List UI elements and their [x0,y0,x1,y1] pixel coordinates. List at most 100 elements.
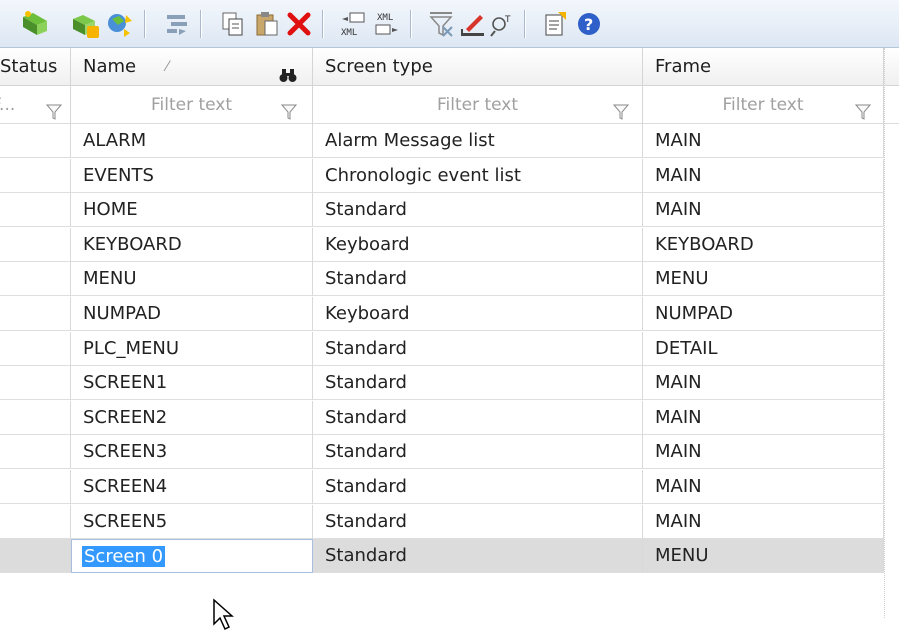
filter-funnel-icon[interactable] [45,96,63,120]
cell-status[interactable] [0,124,71,158]
cell-frame[interactable]: MAIN [643,470,884,504]
cell-frame[interactable]: MAIN [643,193,884,228]
cell-frame[interactable]: MAIN [643,124,884,158]
cell-name[interactable]: MENU [71,262,313,297]
cell-status[interactable] [0,297,71,331]
filter-name[interactable]: Filter text [71,86,313,124]
cell-status[interactable] [0,262,71,297]
import-xml-icon[interactable]: XML [372,9,402,39]
table-row[interactable]: EVENTS Chronologic event list MAIN [0,158,899,193]
cell-screen-type[interactable]: Keyboard [313,227,643,262]
table-row[interactable]: MENU Standard MENU [0,262,899,297]
cell-name[interactable]: SCREEN1 [71,366,313,401]
table-row[interactable]: SCREEN5 Standard MAIN [0,504,899,539]
cell-frame[interactable]: MAIN [643,366,884,401]
table-row[interactable]: KEYBOARD Keyboard KEYBOARD [0,227,899,262]
column-header-screen-type[interactable]: Screen type [313,48,643,86]
cell-name[interactable]: PLC_MENU [71,331,313,366]
cell-frame[interactable]: NUMPAD [643,297,884,331]
cell-status[interactable] [0,158,71,193]
cell-frame[interactable]: MENU [643,262,884,297]
cell-screen-type[interactable]: Standard [313,400,643,435]
cell-name[interactable]: HOME [71,193,313,228]
cell-frame[interactable]: MAIN [643,435,884,470]
delete-icon[interactable] [284,9,314,39]
cell-status[interactable] [0,504,71,539]
cell-name[interactable]: SCREEN3 [71,435,313,470]
filter-row: F... Filter text Filter text Filter text [0,86,899,124]
cell-screen-type[interactable]: Keyboard [313,297,643,331]
table-row[interactable]: SCREEN1 Standard MAIN [0,366,899,401]
cell-frame[interactable]: MENU [643,539,884,574]
filter-funnel-icon[interactable] [612,96,630,120]
cell-screen-type[interactable]: Standard [313,262,643,297]
cell-screen-type[interactable]: Standard [313,504,643,539]
filter-funnel-icon[interactable] [854,96,872,120]
cell-screen-type[interactable]: Alarm Message list [313,124,643,158]
cell-name[interactable]: SCREEN4 [71,470,313,504]
find-icon[interactable]: T [488,9,518,39]
properties-icon[interactable] [540,9,570,39]
column-header-status-label: Status [0,56,58,77]
toolbar: XML XML T ? [0,0,899,48]
table-row[interactable]: PLC_MENU Standard DETAIL [0,331,899,366]
filter-funnel-icon[interactable] [280,96,298,120]
cell-status[interactable] [0,435,71,470]
clear-filter-icon[interactable] [426,9,456,39]
copy-icon[interactable] [218,9,248,39]
cell-status[interactable] [0,331,71,366]
filter-screen-type[interactable]: Filter text [313,86,643,124]
new-screen-icon[interactable] [20,9,50,39]
cell-name[interactable]: SCREEN2 [71,400,313,435]
cell-name[interactable]: NUMPAD [71,297,313,331]
column-header-screen-type-label: Screen type [325,56,433,77]
cell-status[interactable] [0,400,71,435]
svg-text:T: T [504,15,511,25]
cell-screen-type[interactable]: Standard [313,366,643,401]
cell-name[interactable]: KEYBOARD [71,227,313,262]
cell-name[interactable]: EVENTS [71,158,313,193]
table-row[interactable]: SCREEN4 Standard MAIN [0,470,899,504]
paste-icon[interactable] [252,9,282,39]
cell-frame[interactable]: KEYBOARD [643,227,884,262]
refresh-icon[interactable] [104,9,134,39]
column-header-frame[interactable]: Frame [643,48,884,86]
add-screen-icon[interactable] [70,9,100,39]
cell-frame[interactable]: MAIN [643,400,884,435]
cell-status[interactable] [0,227,71,262]
filter-status[interactable]: F... [0,86,71,124]
cell-name[interactable]: ALARM [71,124,313,158]
binoculars-icon[interactable] [279,59,297,82]
table-row[interactable]: SCREEN2 Standard MAIN [0,400,899,435]
column-header-status[interactable]: Status [0,48,71,86]
column-header-name[interactable]: Name ⁄ [71,48,313,86]
cell-status[interactable] [0,470,71,504]
table-row[interactable]: HOME Standard MAIN [0,193,899,228]
cell-screen-type[interactable]: Standard [313,470,643,504]
export-xml-icon[interactable]: XML [338,9,368,39]
cell-screen-type-text: Keyboard [325,233,410,255]
cell-screen-type[interactable]: Standard [313,331,643,366]
help-icon[interactable]: ? [574,9,604,39]
table-row[interactable]: Screen 0 Standard MENU [0,539,899,574]
reference-icon[interactable] [162,9,192,39]
cell-frame[interactable]: MAIN [643,158,884,193]
name-edit-input[interactable]: Screen 0 [71,539,313,574]
cell-screen-type-text: Chronologic event list [325,164,521,186]
cell-status[interactable] [0,193,71,228]
filter-frame[interactable]: Filter text [643,86,884,124]
cell-screen-type[interactable]: Chronologic event list [313,158,643,193]
cell-frame[interactable]: DETAIL [643,331,884,366]
table-row[interactable]: ALARM Alarm Message list MAIN [0,124,899,158]
table-row[interactable]: SCREEN3 Standard MAIN [0,435,899,470]
table-row[interactable]: NUMPAD Keyboard NUMPAD [0,297,899,331]
cell-screen-type[interactable]: Standard [313,539,643,574]
rename-icon[interactable] [458,9,488,39]
cell-frame[interactable]: MAIN [643,504,884,539]
cell-status[interactable] [0,366,71,401]
cell-screen-type[interactable]: Standard [313,193,643,228]
cell-name-text: SCREEN4 [83,476,168,497]
cell-screen-type[interactable]: Standard [313,435,643,470]
cell-status[interactable] [0,539,71,574]
cell-name[interactable]: SCREEN5 [71,504,313,539]
